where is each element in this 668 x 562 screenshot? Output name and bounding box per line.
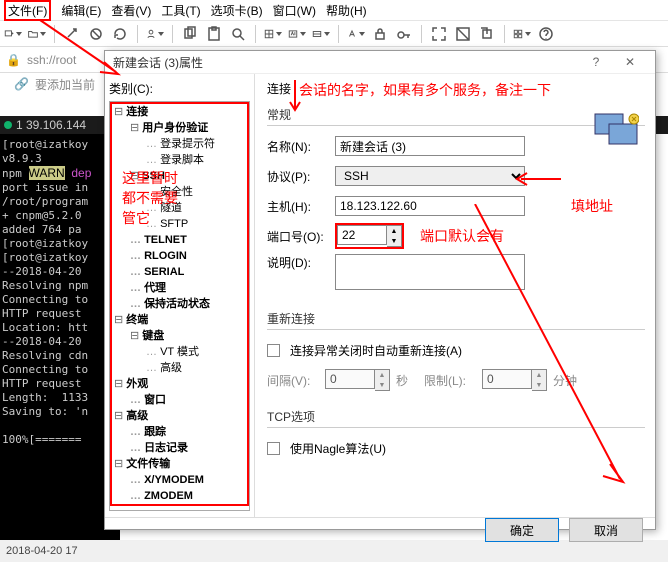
open-icon[interactable] [28,25,46,43]
auto-reconnect-label: 连接异常关闭时自动重新连接(A) [290,342,462,359]
lock-small-icon: 🔒 [6,53,21,67]
toolbar-separator [137,25,138,43]
name-label: 名称(N): [267,138,329,155]
nagle-checkbox[interactable] [267,442,280,455]
nagle-label: 使用Nagle算法(U) [290,440,386,457]
footer-status: 2018-04-20 17 [0,540,668,562]
group-reconnect: 重新连接 [267,310,645,330]
annotation-tree-3: 管它 [122,208,150,228]
status-ip: 1 39.106.144 [16,118,86,132]
interval-up-icon: ▲ [375,370,389,380]
dialog-title: 新建会话 (3)属性 [113,54,203,71]
ok-button[interactable]: 确定 [485,518,559,542]
category-tree[interactable]: 连接 用户身份验证 登录提示符 登录脚本 SSH 安全性 隧道 SFTP TEL… [109,101,250,511]
session-properties-dialog: 新建会话 (3)属性 ? ✕ 类别(C): 连接 用户身份验证 登录提示符 登录… [104,50,656,530]
disconnect-icon[interactable] [87,25,105,43]
limit-down-icon: ▼ [532,380,546,390]
status-dot-icon [4,121,12,129]
dialog-close-icon[interactable]: ✕ [613,51,647,73]
interval-input [325,369,375,389]
new-session-icon[interactable] [4,25,22,43]
help-icon[interactable] [537,25,555,43]
session-icon [593,112,639,146]
category-tree-panel: 类别(C): 连接 用户身份验证 登录提示符 登录脚本 SSH 安全性 隧道 S… [105,74,255,517]
limit-input [482,369,532,389]
description-input[interactable] [335,254,525,290]
layout-icon[interactable] [264,25,282,43]
auto-reconnect-checkbox[interactable] [267,344,280,357]
menu-tabs[interactable]: 选项卡(B) [211,2,263,19]
connect-icon[interactable] [63,25,81,43]
name-input[interactable] [335,136,525,156]
toolbar-separator [504,25,505,43]
find-icon[interactable] [229,25,247,43]
add-current-link[interactable]: 要添加当前 [35,76,95,93]
description-label: 说明(D): [267,254,329,271]
font-icon[interactable] [347,25,365,43]
annotation-session-name: 会话的名字，如果有多个服务，备注一下 [299,80,551,100]
paste-icon[interactable] [205,25,223,43]
dialog-titlebar: 新建会话 (3)属性 ? ✕ [105,51,655,74]
encoding-icon[interactable] [288,25,306,43]
port-label: 端口号(O): [267,228,329,245]
annotation-tree-box [110,102,249,506]
limit-up-icon: ▲ [532,370,546,380]
toolbar-separator [338,25,339,43]
annotation-tree-2: 都不需要 [122,188,178,208]
toolbar-separator [255,25,256,43]
toolbar-separator [172,25,173,43]
protocol-select[interactable]: SSH [335,166,525,186]
toolbar [0,21,668,47]
limit-label: 限制(L): [424,372,476,389]
port-down-icon[interactable]: ▼ [387,236,401,246]
annotation-host: 填地址 [571,196,613,216]
host-input[interactable] [335,196,525,216]
menu-tools[interactable]: 工具(T) [161,2,200,19]
dialog-button-row: 确定 取消 [105,517,655,542]
key-icon[interactable] [395,25,413,43]
cancel-button[interactable]: 取消 [569,518,643,542]
port-input[interactable] [337,225,387,245]
protocol-label: 协议(P): [267,168,329,185]
profile-icon[interactable] [146,25,164,43]
menu-help[interactable]: 帮助(H) [326,2,367,19]
group-tcp: TCP选项 [267,408,645,428]
category-label: 类别(C): [109,80,250,97]
interval-label: 间隔(V): [267,372,319,389]
minutes-label: 分钟 [553,372,577,389]
group-connection-label: 连接 [267,80,291,97]
menubar: 文件(F) 编辑(E) 查看(V) 工具(T) 选项卡(B) 窗口(W) 帮助(… [0,0,668,21]
group-general: 常规 [267,106,645,126]
ontop-icon[interactable] [478,25,496,43]
toolbar-separator [54,25,55,43]
fullscreen-icon[interactable] [430,25,448,43]
host-label: 主机(H): [267,198,329,215]
annotation-tree-1: 这里暂时 [122,168,178,188]
menu-edit[interactable]: 编辑(E) [61,2,101,19]
terminal-output[interactable]: [root@izatkoy v8.9.3 npm WARN dep port i… [0,134,120,540]
copy-icon[interactable] [181,25,199,43]
colors-icon[interactable] [312,25,330,43]
port-up-icon[interactable]: ▲ [387,226,401,236]
seconds-label: 秒 [396,372,408,389]
tab-ssh[interactable]: ssh://root [27,53,76,67]
menu-window[interactable]: 窗口(W) [273,2,316,19]
annotation-port: 端口默认会有 [420,226,504,246]
dialog-help-icon[interactable]: ? [579,51,613,73]
interval-down-icon: ▼ [375,380,389,390]
tools-icon[interactable] [513,25,531,43]
reconnect-icon[interactable] [111,25,129,43]
menu-view[interactable]: 查看(V) [111,2,151,19]
toolbar-separator [421,25,422,43]
lock-icon[interactable] [371,25,389,43]
menu-file[interactable]: 文件(F) [4,0,51,21]
transparent-icon[interactable] [454,25,472,43]
link-icon: 🔗 [14,77,29,91]
form-panel: 连接 会话的名字，如果有多个服务，备注一下 常规 名称(N): 协议(P): S… [255,74,655,517]
